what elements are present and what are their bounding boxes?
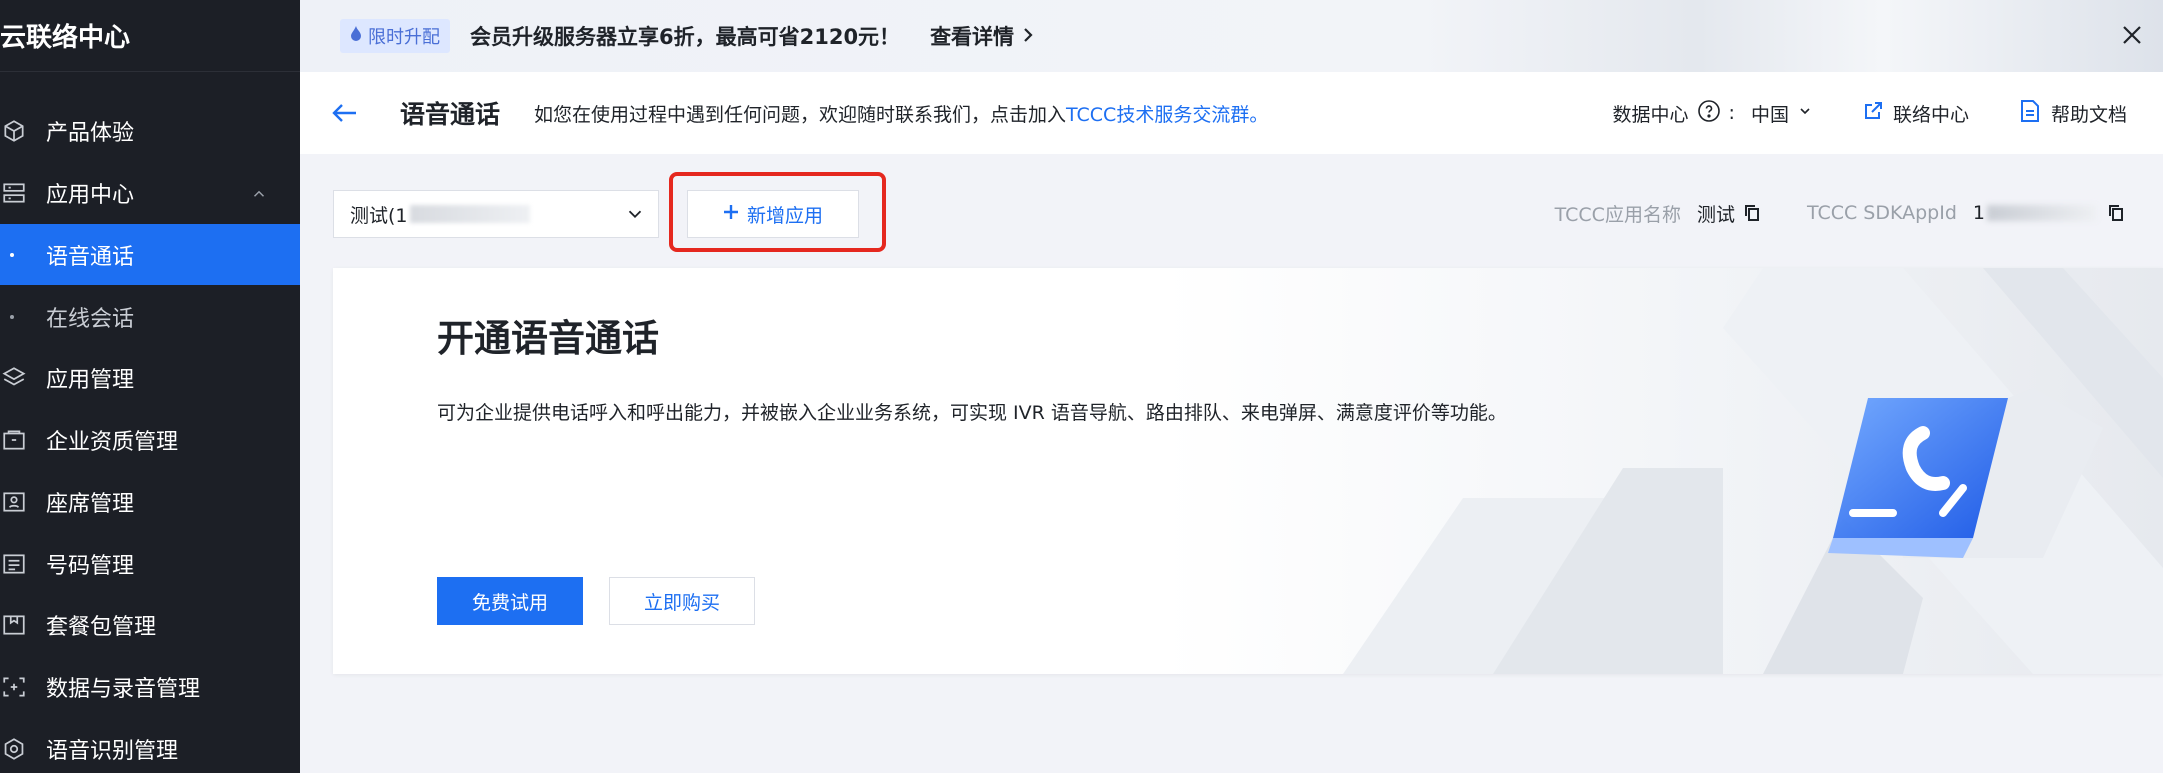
decorative-background [1163, 268, 2163, 674]
sidebar-item-label: 数据与录音管理 [46, 676, 201, 702]
add-app-button[interactable]: 新增应用 [687, 190, 859, 238]
page-description: 如您在使用过程中遇到任何问题，欢迎随时联系我们，点击加入TCCC技术服务交流群。 [534, 100, 1268, 127]
sidebar-item-speech-recognition[interactable]: 语音识别管理 [0, 718, 300, 773]
app-name-label: TCCC应用名称 [1554, 203, 1681, 226]
contact-center-link[interactable]: 联络中心 [1863, 100, 1969, 127]
app-select-dropdown[interactable]: 测试(1 [333, 190, 659, 238]
bullet-icon [10, 252, 14, 257]
add-app-label: 新增应用 [746, 204, 823, 227]
sidebar-item-label: 座席管理 [46, 491, 135, 517]
sidebar-item-label: 号码管理 [46, 553, 135, 579]
contact-center-label: 联络中心 [1892, 103, 1969, 126]
sidebar-item-online-chat[interactable]: 在线会话 [0, 286, 300, 347]
cube-icon [0, 117, 28, 145]
free-trial-button[interactable]: 免费试用 [437, 577, 583, 625]
app-info: TCCC应用名称 测试 TCCC SDKAppId 1 [1555, 196, 2127, 230]
sidebar-item-label: 套餐包管理 [46, 614, 157, 640]
header-right: 数据中心 : 中国 联络中心 帮助文档 [1613, 72, 2127, 154]
document-icon [2019, 99, 2041, 128]
sidebar-item-data-recording[interactable]: 数据与录音管理 [0, 656, 300, 717]
sidebar-item-label: 企业资质管理 [46, 429, 179, 455]
datacenter-label: 数据中心 [1612, 103, 1689, 126]
datacenter-value: 中国 [1750, 103, 1789, 126]
copy-icon[interactable] [2107, 203, 2127, 223]
app-select-value: 测试(1 [350, 204, 408, 227]
sidebar-item-label: 产品体验 [46, 120, 135, 146]
package-icon [0, 611, 28, 639]
sidebar-item-app-management[interactable]: 应用管理 [0, 347, 300, 408]
sidebar: 云联络中心 产品体验 应用中心 语音通话 在线会话 应用管理 企业资质管理 座席… [0, 0, 300, 773]
grid-icon [0, 179, 28, 207]
promo-tag: 限时升配 [340, 19, 450, 53]
sdk-appid-label: TCCC SDKAppId [1806, 202, 1957, 224]
redacted-text [1987, 205, 2097, 221]
page-header: 语音通话 如您在使用过程中遇到任何问题，欢迎随时联系我们，点击加入TCCC技术服… [300, 72, 2163, 154]
sdk-appid-value: 1 [1972, 202, 1985, 224]
bullet-icon [10, 314, 14, 319]
colon-separator: : [1728, 102, 1735, 124]
card-description: 可为企业提供电话呼入和呼出能力，并被嵌入企业业务系统，可实现 IVR 语音导航、… [437, 402, 1507, 424]
sidebar-item-agent-management[interactable]: 座席管理 [0, 471, 300, 532]
sidebar-item-label: 在线会话 [46, 306, 135, 332]
promo-text: 会员升级服务器立享6折，最高可省2120元！ [470, 25, 901, 49]
sidebar-item-label: 语音识别管理 [46, 738, 179, 764]
promo-link-label: 查看详情 [930, 25, 1015, 49]
flame-icon [350, 25, 362, 47]
chevron-right-icon [1022, 24, 1034, 48]
list-icon [0, 550, 28, 578]
datacenter-selector[interactable]: 数据中心 : 中国 [1613, 99, 1813, 128]
sidebar-item-label: 应用中心 [46, 182, 135, 208]
sidebar-item-package-management[interactable]: 套餐包管理 [0, 594, 300, 655]
gear-icon [0, 735, 28, 763]
help-docs-link[interactable]: 帮助文档 [2019, 99, 2127, 128]
sidebar-item-label: 语音通话 [46, 244, 135, 270]
buy-now-button[interactable]: 立即购买 [609, 577, 755, 625]
page-title: 语音通话 [400, 100, 501, 129]
sidebar-item-app-center[interactable]: 应用中心 [0, 162, 300, 223]
layers-icon [0, 364, 28, 392]
sidebar-item-voice-call[interactable]: 语音通话 [0, 224, 300, 285]
sidebar-item-number-management[interactable]: 号码管理 [0, 533, 300, 594]
scan-icon [0, 673, 28, 701]
chevron-down-icon [624, 203, 646, 230]
chevron-down-icon [1797, 102, 1813, 124]
sidebar-item-enterprise-qualification[interactable]: 企业资质管理 [0, 409, 300, 470]
promo-banner: 限时升配 会员升级服务器立享6折，最高可省2120元！ 查看详情 [300, 0, 2163, 72]
promo-details-link[interactable]: 查看详情 [930, 21, 1034, 51]
chevron-up-icon [250, 184, 268, 209]
help-circle-icon[interactable] [1697, 99, 1721, 128]
copy-icon[interactable] [1743, 203, 1763, 223]
folder-icon [0, 426, 28, 454]
promo-tag-label: 限时升配 [368, 27, 440, 48]
external-link-icon [1863, 101, 1883, 126]
close-icon[interactable] [2115, 18, 2149, 52]
plus-icon [723, 203, 739, 225]
tccc-group-link[interactable]: TCCC技术服务交流群。 [1066, 104, 1268, 126]
redacted-text [409, 205, 530, 223]
activation-card: 开通语音通话 可为企业提供电话呼入和呼出能力，并被嵌入企业业务系统，可实现 IV… [333, 268, 2163, 674]
sidebar-item-product-experience[interactable]: 产品体验 [0, 100, 300, 161]
brand-title: 云联络中心 [0, 0, 300, 72]
help-docs-label: 帮助文档 [2050, 103, 2127, 126]
back-arrow-icon[interactable] [330, 98, 360, 128]
page-desc-text: 如您在使用过程中遇到任何问题，欢迎随时联系我们，点击加入 [534, 103, 1067, 126]
agent-icon [0, 488, 28, 516]
card-title: 开通语音通话 [437, 317, 659, 360]
sidebar-item-label: 应用管理 [46, 367, 135, 393]
app-name-value: 测试 [1696, 203, 1735, 226]
